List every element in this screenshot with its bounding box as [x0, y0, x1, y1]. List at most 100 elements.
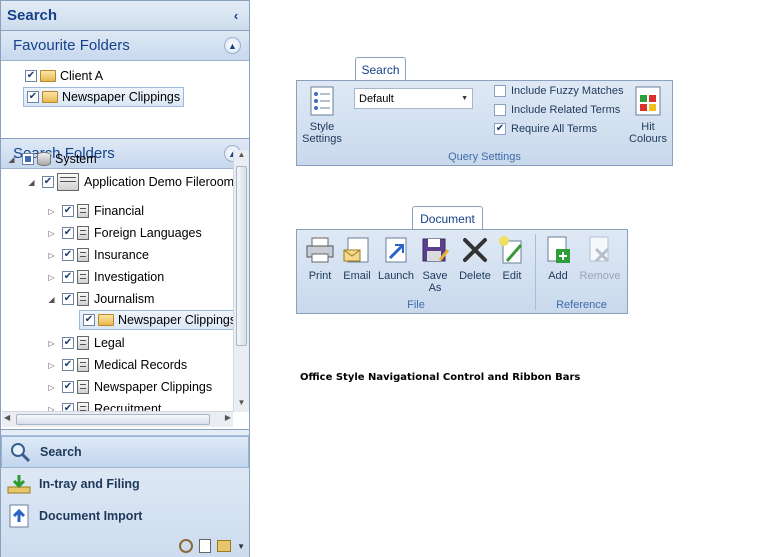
collapse-arrow-icon[interactable]: ◢ — [27, 178, 36, 187]
checkbox-icon[interactable]: ✔ — [62, 359, 74, 371]
collapse-arrow-icon[interactable]: ◢ — [47, 295, 56, 304]
favourite-folders-header[interactable]: Favourite Folders ▲ — [1, 31, 249, 61]
tree-node[interactable]: ▷ ✔ Foreign Languages — [47, 222, 202, 244]
tree-node-label: Legal — [94, 336, 125, 350]
scroll-right-icon[interactable]: ▶ — [225, 413, 231, 422]
print-button[interactable]: Print — [303, 234, 337, 282]
checkbox-icon[interactable]: ✔ — [494, 123, 506, 135]
cabinet-icon — [77, 248, 89, 262]
tree-node[interactable]: ▷ ✔ Newspaper Clippings — [47, 376, 212, 398]
include-related-terms-checkbox[interactable]: Include Related Terms — [494, 104, 620, 116]
intray-icon — [7, 472, 31, 496]
tree-node[interactable]: ▷ ✔ Legal — [47, 332, 125, 354]
cabinet-icon — [77, 336, 89, 350]
tree-node[interactable]: ▷ ✔ Insurance — [47, 244, 149, 266]
scroll-down-icon[interactable]: ▼ — [234, 398, 249, 412]
query-style-dropdown[interactable]: Default ▼ — [354, 88, 473, 109]
tree-horizontal-scrollbar[interactable]: ◀ ▶ — [2, 411, 233, 427]
checkbox-label: Include Related Terms — [511, 104, 621, 116]
tree-node-label: Medical Records — [94, 358, 188, 372]
checkbox-icon[interactable] — [494, 104, 506, 116]
remove-reference-button[interactable]: Remove — [577, 234, 623, 282]
tree-node-system[interactable]: ◢ System — [7, 150, 97, 170]
scroll-thumb[interactable] — [236, 166, 247, 346]
checkbox-icon[interactable]: ✔ — [62, 381, 74, 393]
tree-vertical-scrollbar[interactable]: ▲ ▼ — [233, 150, 249, 412]
scroll-thumb[interactable] — [16, 414, 210, 425]
scroll-up-icon[interactable]: ▲ — [234, 150, 249, 164]
tree-node-label: Newspaper Clippings — [118, 313, 237, 327]
checkbox-icon[interactable]: ✔ — [62, 337, 74, 349]
fileroom-icon — [57, 173, 79, 191]
checkbox-label: Require All Terms — [511, 123, 597, 135]
caption: Office Style Navigational Control and Ri… — [300, 372, 581, 383]
tab-search[interactable]: Search — [355, 57, 406, 81]
checkbox-icon[interactable]: ✔ — [62, 205, 74, 217]
hit-colours-icon — [632, 85, 664, 117]
search-ribbon-body: Style Settings Default ▼ Include Fuzzy M… — [296, 80, 673, 166]
tree-node-selected[interactable]: ✔ Newspaper Clippings — [79, 310, 241, 330]
tree-node[interactable]: ▷ ✔ Financial — [47, 200, 144, 222]
expand-arrow-icon[interactable]: ▷ — [47, 383, 56, 392]
collapse-pane-icon[interactable]: ‹ — [229, 8, 243, 23]
checkbox-icon[interactable]: ✔ — [62, 227, 74, 239]
button-label: Launch — [377, 270, 415, 282]
nav-button-label: Search — [40, 445, 82, 459]
checkbox-icon[interactable]: ✔ — [62, 293, 74, 305]
checkbox-icon[interactable]: ✔ — [27, 91, 39, 103]
save-as-button[interactable]: Save As — [418, 234, 452, 294]
checkbox-icon[interactable]: ✔ — [25, 70, 37, 82]
favourite-folders-list: ✔ Client A ✔ Newspaper Clippings — [1, 61, 249, 139]
style-settings-button[interactable]: Style Settings — [302, 85, 342, 145]
edit-button[interactable]: Edit — [496, 234, 528, 282]
remove-icon — [584, 234, 616, 266]
button-label: Style Settings — [302, 121, 342, 145]
overflow-menu-icon[interactable]: ▼ — [237, 542, 245, 551]
intray-small-icon[interactable] — [217, 540, 232, 552]
tree-node[interactable]: ▷ ✔ Medical Records — [47, 354, 187, 376]
collapse-favourites-icon[interactable]: ▲ — [224, 37, 241, 54]
email-button[interactable]: Email — [340, 234, 374, 282]
nav-button-intray[interactable]: In-tray and Filing — [1, 468, 249, 500]
expand-arrow-icon[interactable]: ▷ — [47, 229, 56, 238]
include-fuzzy-matches-checkbox[interactable]: Include Fuzzy Matches — [494, 85, 624, 97]
import-small-icon[interactable] — [199, 539, 212, 553]
checkbox-icon[interactable]: ✔ — [83, 314, 95, 326]
checkbox-label: Include Fuzzy Matches — [511, 85, 624, 97]
require-all-terms-checkbox[interactable]: ✔ Require All Terms — [494, 123, 597, 135]
favourite-item-selected[interactable]: ✔ Newspaper Clippings — [23, 87, 185, 107]
expand-arrow-icon[interactable]: ▷ — [47, 273, 56, 282]
tree-node[interactable]: ▷ ✔ Investigation — [47, 266, 164, 288]
tab-document[interactable]: Document — [412, 206, 483, 230]
collapse-arrow-icon[interactable]: ◢ — [7, 155, 16, 164]
tree-node-label: Journalism — [94, 292, 155, 306]
delete-button[interactable]: Delete — [455, 234, 495, 282]
hit-colours-button[interactable]: Hit Colours — [625, 85, 671, 145]
nav-button-document-import[interactable]: Document Import — [1, 500, 249, 532]
checkbox-icon[interactable]: ✔ — [42, 176, 54, 188]
overflow-icons: ▼ — [179, 539, 245, 553]
expand-arrow-icon[interactable]: ▷ — [47, 207, 56, 216]
checkbox-icon[interactable] — [22, 153, 34, 165]
expand-arrow-icon[interactable]: ▷ — [47, 339, 56, 348]
chevron-down-icon[interactable]: ▼ — [461, 95, 468, 102]
scroll-left-icon[interactable]: ◀ — [4, 413, 10, 422]
group-label-query-settings: Query Settings — [448, 151, 521, 163]
navigation-pane: Search ‹ Favourite Folders ▲ ✔ Client A … — [0, 0, 250, 557]
cabinet-icon — [77, 358, 89, 372]
tree-node-fileroom[interactable]: ◢ ✔ Application Demo Fileroom — [27, 171, 234, 193]
nav-button-search[interactable]: Search — [1, 436, 249, 468]
checkbox-icon[interactable] — [494, 85, 506, 97]
expand-arrow-icon[interactable]: ▷ — [47, 361, 56, 370]
favourite-item[interactable]: ✔ Client A — [25, 65, 103, 87]
favourite-label: Client A — [60, 69, 104, 83]
tab-label: Document — [420, 211, 475, 226]
group-label-file: File — [407, 299, 425, 311]
launch-button[interactable]: Launch — [377, 234, 415, 282]
checkbox-icon[interactable]: ✔ — [62, 271, 74, 283]
search-small-icon[interactable] — [179, 539, 194, 553]
checkbox-icon[interactable]: ✔ — [62, 249, 74, 261]
expand-arrow-icon[interactable]: ▷ — [47, 251, 56, 260]
add-reference-button[interactable]: Add — [541, 234, 575, 282]
tree-node[interactable]: ◢ ✔ Journalism — [47, 288, 154, 310]
